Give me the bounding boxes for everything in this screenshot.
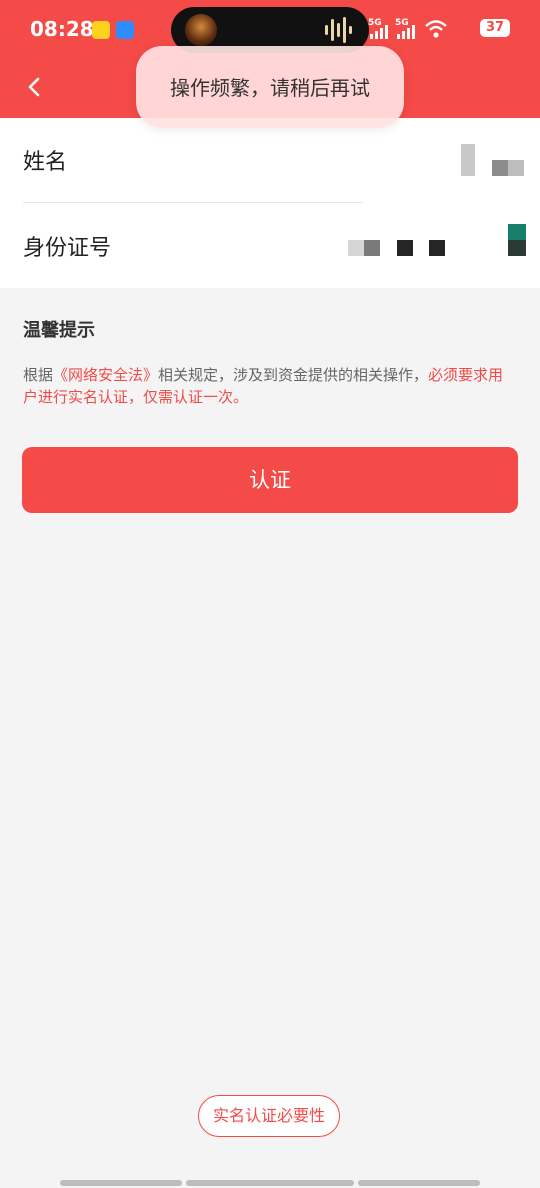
id-value-masked: [348, 224, 526, 264]
verify-button[interactable]: 认证: [22, 447, 518, 513]
law-link[interactable]: 《网络安全法》: [53, 366, 158, 384]
cellular-signal-icon: 5G: [368, 18, 392, 40]
tips-text: 根据《网络安全法》相关规定，涉及到资金提供的相关操作，必须要求用户进行实名认证，…: [23, 366, 504, 406]
gesture-bar-center: [186, 1180, 354, 1186]
name-value-masked: [460, 144, 525, 178]
battery-icon: 37: [480, 19, 510, 37]
necessity-button[interactable]: 实名认证必要性: [198, 1095, 340, 1137]
system-icons: 5G 5G 37: [368, 18, 510, 42]
notification-app-icon: [92, 21, 110, 39]
media-thumbnail-icon: [185, 14, 217, 46]
wifi-icon: [425, 20, 447, 38]
name-row[interactable]: 姓名: [0, 118, 540, 203]
notification-app-icon: [116, 21, 134, 39]
tips-title: 温馨提示: [23, 320, 95, 341]
back-arrow-icon[interactable]: [20, 72, 50, 102]
cellular-signal-icon: 5G: [395, 18, 419, 40]
audio-wave-icon: [325, 17, 352, 43]
status-time: 08:28: [30, 17, 94, 41]
identity-form: 姓名 身份证号: [0, 118, 540, 288]
id-label: 身份证号: [23, 236, 112, 261]
gesture-bar-left: [60, 1180, 182, 1186]
name-label: 姓名: [23, 150, 68, 175]
row-divider: [23, 202, 363, 203]
id-row[interactable]: 身份证号: [0, 204, 540, 288]
gesture-bar-right: [358, 1180, 480, 1186]
toast-message: 操作频繁，请稍后再试: [136, 46, 404, 128]
